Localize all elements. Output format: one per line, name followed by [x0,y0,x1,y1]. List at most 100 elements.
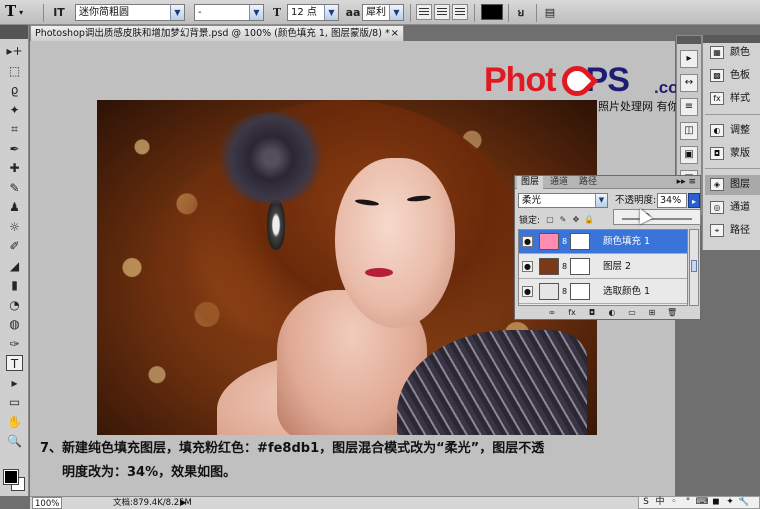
tool-button[interactable]: ✦ [6,102,23,118]
delete-layer-icon[interactable]: 🗑 [667,308,677,318]
link-icon[interactable]: 8 [562,287,567,296]
blend-mode-select[interactable]: 柔光 ▼ [518,193,608,208]
ime-icon[interactable]: 🔧 [737,497,751,508]
align-center-button[interactable] [434,4,450,20]
panel-icon[interactable]: ◫ [680,122,698,140]
new-layer-icon[interactable]: ⊞ [647,308,657,318]
layer-thumbnail[interactable] [539,283,559,300]
ime-icon[interactable]: ° [681,497,695,508]
tool-button[interactable]: T [6,355,23,371]
layers-scrollbar[interactable] [689,229,699,306]
dock-item[interactable]: ▩ 色板 [705,66,760,86]
panel-icon[interactable]: ▣ [680,146,698,164]
tool-preset-picker[interactable]: T ▾ [5,2,37,22]
opacity-input[interactable]: 34% [657,193,687,208]
tool-button[interactable]: ▸+ [6,43,23,59]
tool-button[interactable]: ☼ [6,219,23,235]
adjustment-layer-icon[interactable]: ◐ [607,308,617,318]
close-icon[interactable]: × [391,26,399,41]
ime-icon[interactable]: 中 [653,497,667,508]
scrollbar-thumb[interactable] [691,260,697,272]
tool-button[interactable]: ϱ [6,82,23,98]
layer-thumbnail[interactable] [539,233,559,250]
tool-button[interactable]: ♟ [6,199,23,215]
panel-grip[interactable] [703,35,760,43]
tool-button[interactable]: ✑ [6,336,23,352]
panel-grip[interactable] [677,36,701,44]
layer-row[interactable]: ● 8 选取颜色 1 [519,280,687,304]
tool-button[interactable]: ▸ [6,375,23,391]
toolbox-grip[interactable] [0,25,28,39]
layer-thumbnail[interactable] [539,258,559,275]
dock-item[interactable]: ▦ 颜色 [705,43,760,63]
dock-item[interactable]: ◐ 调整 [705,121,760,141]
dock-item[interactable]: ⌖ 路径 [705,221,760,241]
tool-button[interactable]: ✚ [6,160,23,176]
tool-button[interactable]: ◢ [6,258,23,274]
layer-name[interactable]: 图层 2 [603,255,631,278]
toggle-panels-icon[interactable]: ▤ [541,4,559,21]
layer-row[interactable]: ●8图层 一剧本 [519,305,688,306]
visibility-eye-icon[interactable]: ● [522,236,533,247]
tool-button[interactable]: ◔ [6,297,23,313]
lock-all-icon[interactable]: 🔒 [584,215,594,225]
align-left-button[interactable] [416,4,432,20]
ime-icon[interactable]: ◼ [709,497,723,508]
warp-text-icon[interactable]: ꞟ [512,4,530,21]
opacity-slider-toggle[interactable]: ▸ [688,193,700,208]
layer-row[interactable]: ● 8 颜色填充 1 [519,230,687,254]
tab-paths[interactable]: 路径 [575,176,601,189]
ime-icon[interactable]: S [639,497,653,508]
tool-button[interactable]: ✒ [6,141,23,157]
dock-item[interactable]: ◎ 通道 [705,198,760,218]
ime-icon[interactable]: ✦ [723,497,737,508]
link-layers-icon[interactable]: ∞ [547,308,557,318]
zoom-field[interactable]: 100% [32,497,62,509]
visibility-eye-icon[interactable]: ● [522,261,533,272]
dock-item[interactable]: ◘ 蒙版 [705,144,760,164]
lock-position-icon[interactable]: ✥ [571,215,581,225]
foreground-color-swatch[interactable] [3,469,19,485]
layer-mask-thumbnail[interactable] [570,283,590,300]
panel-icon[interactable]: ▸ [680,50,698,68]
panel-icon[interactable]: ↔ [680,74,698,92]
tool-button[interactable]: ⌗ [6,121,23,137]
new-group-icon[interactable]: ▭ [627,308,637,318]
layer-mask-thumbnail[interactable] [570,258,590,275]
align-right-button[interactable] [452,4,468,20]
tool-button[interactable]: ▭ [6,394,23,410]
tool-button[interactable]: 🔍 [6,433,23,449]
tool-button[interactable]: ▮ [6,277,23,293]
font-size-select[interactable]: 12 点 ▼ [287,4,339,21]
layer-row[interactable]: ● 8 图层 2 [519,255,687,279]
lock-transparency-icon[interactable]: ▢ [545,215,555,225]
layer-name[interactable]: 选取颜色 1 [603,280,650,303]
antialias-select[interactable]: 犀利 ▼ [362,4,404,21]
lock-pixels-icon[interactable]: ✎ [558,215,568,225]
document-tab[interactable]: Photoshop调出质感皮肤和增加梦幻背景.psd @ 100% (颜色填充 … [30,25,404,41]
layer-name[interactable]: 颜色填充 1 [603,230,650,253]
text-orientation-icon[interactable]: IT [50,4,68,21]
text-color-swatch[interactable] [481,4,503,20]
tab-channels[interactable]: 通道 [546,176,572,189]
panel-menu-icon[interactable]: ▸▸ ≡ [677,176,696,189]
layer-mask-thumbnail[interactable] [570,233,590,250]
font-family-select[interactable]: 迷你简粗圆 ▼ [75,4,185,21]
tool-button[interactable]: ✎ [6,180,23,196]
dock-item[interactable]: fx 样式 [705,89,760,109]
status-menu-arrow-icon[interactable]: ▶ [180,497,187,509]
dock-item[interactable]: ◈ 图层 [705,175,760,195]
ime-icon[interactable]: ⌨ [695,497,709,508]
link-icon[interactable]: 8 [562,262,567,271]
panel-icon[interactable]: ≡ [680,98,698,116]
link-icon[interactable]: 8 [562,237,567,246]
tab-layers[interactable]: 图层 [517,176,544,189]
visibility-eye-icon[interactable]: ● [522,286,533,297]
add-mask-icon[interactable]: ◘ [587,308,597,318]
tool-button[interactable]: ⬚ [6,63,23,79]
tool-button[interactable]: ✋ [6,414,23,430]
layer-style-icon[interactable]: fx [567,308,577,318]
tool-button[interactable]: ✐ [6,238,23,254]
layer-name[interactable]: 图层 一剧本 [603,305,654,306]
tool-button[interactable]: ◍ [6,316,23,332]
